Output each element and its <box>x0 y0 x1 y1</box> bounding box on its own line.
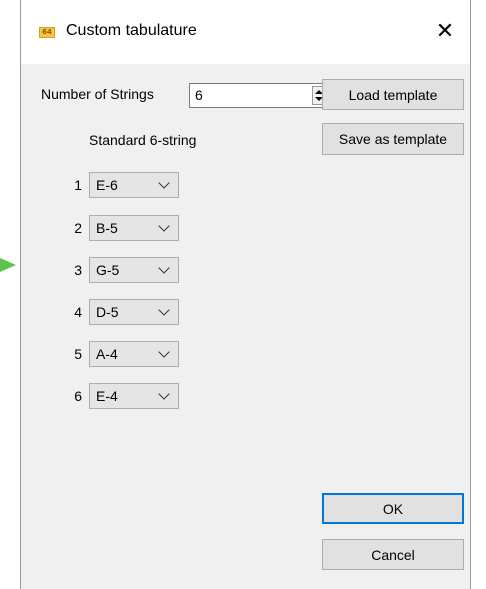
number-of-strings-value[interactable]: 6 <box>195 87 203 103</box>
string-1-note-select[interactable]: E-6 <box>89 172 179 198</box>
save-as-template-button[interactable]: Save as template <box>322 123 464 155</box>
app-icon: 64 <box>39 27 55 38</box>
string-5-note-select[interactable]: A-4 <box>89 341 179 367</box>
string-3-note-select[interactable]: G-5 <box>89 257 179 283</box>
string-2-note-value: B-5 <box>96 220 118 236</box>
string-5-note-value: A-4 <box>96 346 118 362</box>
string-number-4: 4 <box>74 304 82 320</box>
string-4-note-value: D-5 <box>96 304 119 320</box>
pointer-arrow-icon <box>0 258 16 272</box>
chevron-down-icon <box>158 262 170 274</box>
number-of-strings-spinbox[interactable]: 6 <box>189 83 329 108</box>
window-title: Custom tabulature <box>66 22 197 39</box>
custom-tabulature-dialog: 64 Custom tabulature ✕ Number of Strings… <box>20 0 471 589</box>
string-6-note-select[interactable]: E-4 <box>89 383 179 409</box>
chevron-down-icon <box>158 388 170 400</box>
chevron-down-icon <box>158 304 170 316</box>
ok-button[interactable]: OK <box>322 493 464 524</box>
chevron-down-icon <box>158 177 170 189</box>
number-of-strings-label: Number of Strings <box>41 86 154 102</box>
string-6-note-value: E-4 <box>96 388 118 404</box>
string-1-note-value: E-6 <box>96 177 118 193</box>
cancel-button[interactable]: Cancel <box>322 539 464 570</box>
chevron-down-icon <box>158 220 170 232</box>
preset-label: Standard 6-string <box>89 132 197 148</box>
string-4-note-select[interactable]: D-5 <box>89 299 179 325</box>
chevron-down-icon <box>158 346 170 358</box>
string-number-6: 6 <box>74 388 82 404</box>
string-number-2: 2 <box>74 220 82 236</box>
load-template-button[interactable]: Load template <box>322 79 464 110</box>
string-number-3: 3 <box>74 262 82 278</box>
string-3-note-value: G-5 <box>96 262 120 278</box>
close-button[interactable]: ✕ <box>422 8 468 54</box>
background-strip <box>0 0 20 589</box>
title-bar: 64 Custom tabulature ✕ <box>21 0 470 64</box>
string-number-1: 1 <box>74 177 82 193</box>
string-number-5: 5 <box>74 346 82 362</box>
string-2-note-select[interactable]: B-5 <box>89 215 179 241</box>
